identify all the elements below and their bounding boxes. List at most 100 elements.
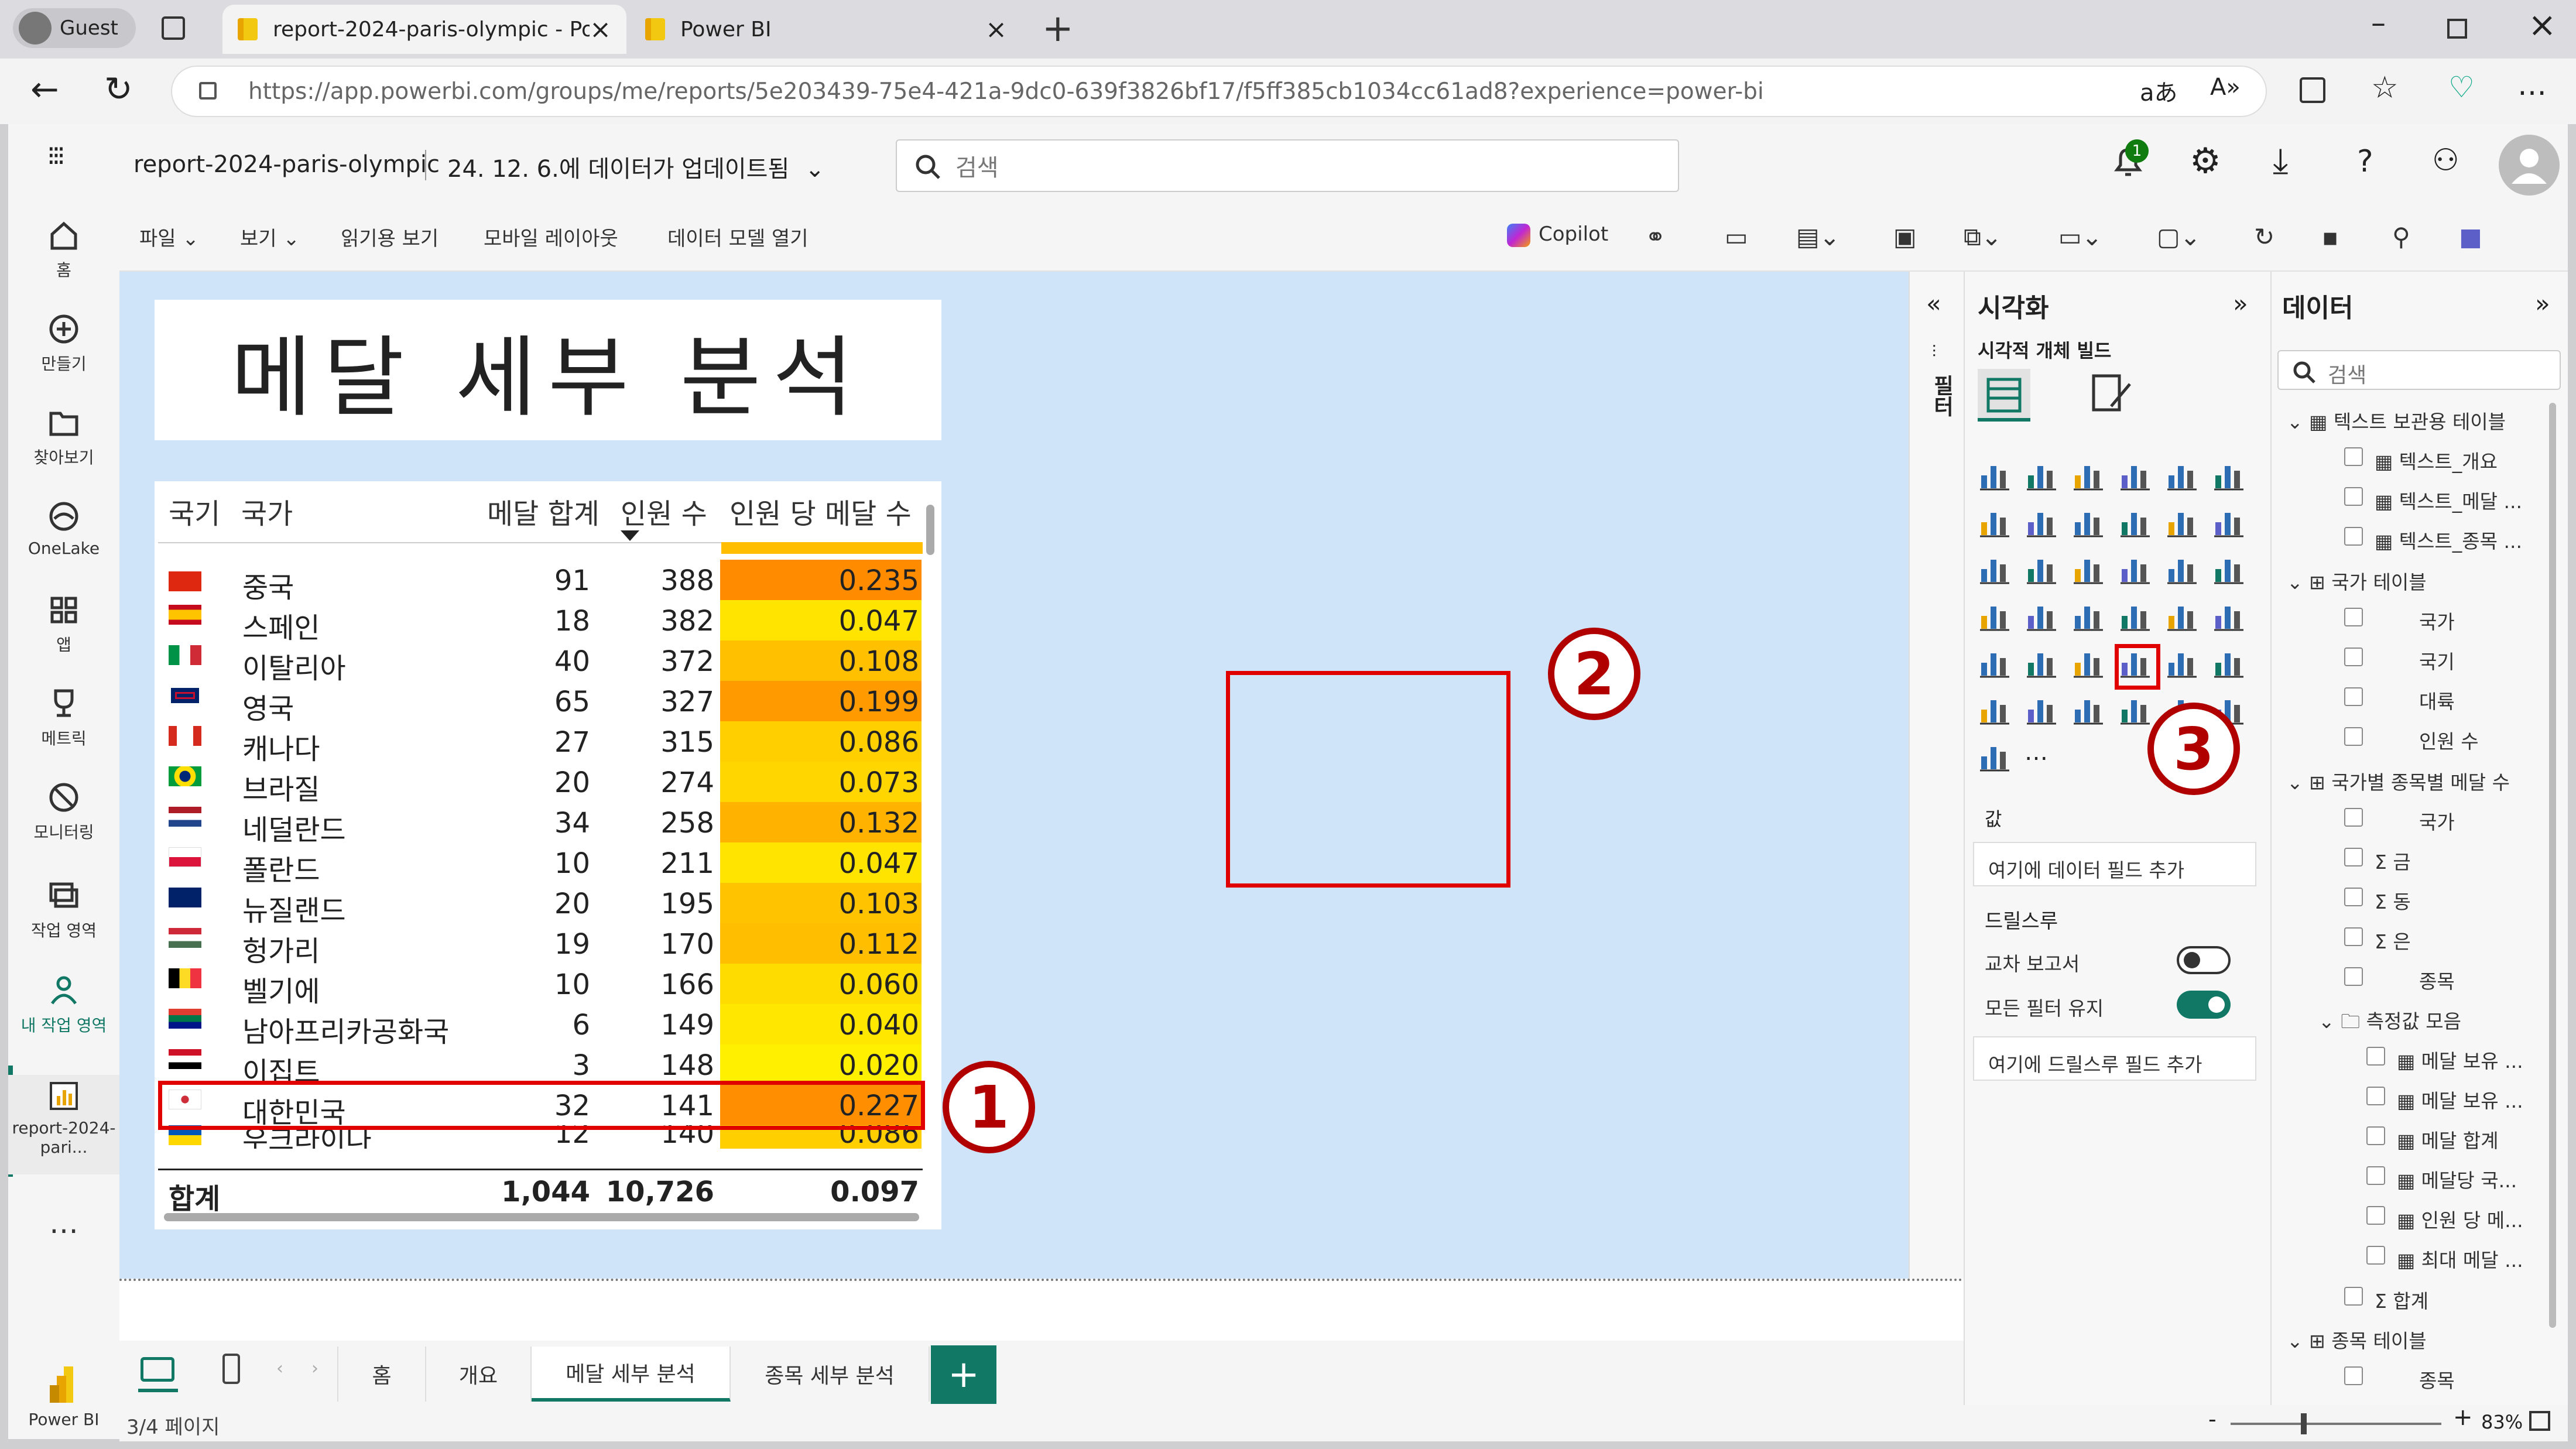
zoom-slider-thumb[interactable] — [2301, 1413, 2307, 1434]
nav-metrics[interactable]: 메트릭 — [8, 686, 119, 749]
zoom-slider[interactable] — [2231, 1413, 2441, 1434]
menu-view[interactable]: 보기 ⌄ — [240, 222, 300, 251]
clustered-bar-icon[interactable] — [2071, 458, 2105, 492]
column-icon[interactable] — [2025, 551, 2058, 585]
nav-more-icon[interactable]: … — [8, 1206, 119, 1240]
close-window-button[interactable]: × — [2528, 5, 2557, 44]
save-icon[interactable]: ▪ — [2322, 222, 2338, 251]
comment-icon[interactable]: ▭ — [1725, 222, 1748, 251]
download-icon[interactable]: ⤓ — [2273, 141, 2289, 181]
table-node[interactable]: ⌄ ▦ 텍스트 보관용 테이블 — [2287, 406, 2506, 434]
menu-file[interactable]: 파일 ⌄ — [139, 222, 199, 251]
line-column-icon[interactable] — [2165, 505, 2199, 539]
field-item[interactable]: Σ 동 — [2344, 886, 2411, 914]
page-tab-home[interactable]: 홈 — [337, 1347, 426, 1402]
folder-node[interactable]: ⌄ 🗀 측정값 모음 — [2318, 1006, 2461, 1040]
slicer-icon[interactable] — [2071, 645, 2105, 679]
nav-workspaces[interactable]: 작업 영역 — [8, 878, 119, 941]
stacked-area-icon[interactable] — [2071, 505, 2105, 539]
browser-tab-report[interactable]: report-2024-paris-olympic - Powe × — [222, 5, 626, 54]
filters-label[interactable]: 필터 — [1926, 375, 1957, 417]
collapse-left-icon[interactable]: « — [1926, 289, 1941, 318]
pie-icon[interactable] — [2165, 551, 2199, 585]
read-aloud-icon[interactable]: aあ — [2140, 74, 2178, 108]
table-scrollbar[interactable] — [926, 505, 934, 555]
field-item[interactable]: ▦ 텍스트_종목 ... — [2344, 526, 2522, 554]
share-icon[interactable]: ⧉⌄ — [1964, 222, 2002, 252]
trophy-icon[interactable] — [2118, 692, 2152, 726]
teams-icon[interactable]: ■ — [2459, 222, 2482, 251]
cross-report-toggle[interactable] — [2177, 946, 2231, 974]
browser-menu-icon[interactable]: … — [2517, 68, 2547, 102]
new-tab-button[interactable]: + — [1042, 7, 1074, 50]
powerbi-brand[interactable]: Power BI — [8, 1364, 119, 1429]
stacked-column-icon[interactable] — [2025, 458, 2058, 492]
filters-strip[interactable] — [1909, 272, 1964, 1279]
table-row[interactable]: 중국 91 388 0.235 — [158, 560, 923, 604]
azure-map-icon[interactable] — [2118, 598, 2152, 632]
field-item[interactable]: 종목 — [2344, 966, 2455, 994]
prev-page-icon[interactable]: ‹ — [276, 1358, 283, 1379]
table-row[interactable]: 벨기에 10 166 0.060 — [158, 964, 923, 1008]
add-page-button[interactable]: + — [931, 1345, 996, 1404]
nav-onelake[interactable]: OneLake — [8, 499, 119, 558]
field-item[interactable]: ▦ 메달 보유 ... — [2366, 1046, 2523, 1074]
nav-monitor[interactable]: 모니터링 — [8, 780, 119, 843]
area-chart-icon[interactable] — [2025, 505, 2058, 539]
field-item[interactable]: 대륙 — [2344, 686, 2455, 714]
global-search-input[interactable]: 검색 — [896, 139, 1679, 192]
subscribe-icon[interactable]: ▤⌄ — [1796, 222, 1840, 251]
page-tab-sport-detail[interactable]: 종목 세부 분석 — [731, 1347, 930, 1402]
decomposition-tree-icon[interactable] — [1978, 692, 2012, 726]
field-item[interactable]: Σ 은 — [2344, 926, 2411, 954]
drillthrough-drop-zone[interactable]: 여기에 드릴스루 필드 추가 — [1973, 1036, 2256, 1081]
field-item[interactable]: Σ 합계 — [2344, 1286, 2428, 1314]
field-item[interactable]: ▦ 메달당 국... — [2366, 1165, 2517, 1193]
card-icon[interactable] — [2212, 598, 2246, 632]
data-pane-scrollbar[interactable] — [2549, 403, 2556, 1328]
field-item[interactable]: 국가 — [2344, 607, 2455, 635]
fit-to-page-icon[interactable] — [2529, 1411, 2550, 1431]
data-search-input[interactable]: 검색 — [2277, 350, 2561, 390]
field-item[interactable]: ▦ 메달 합계 — [2366, 1125, 2499, 1153]
present-icon[interactable]: ▭⌄ — [2058, 222, 2102, 251]
gauge-icon[interactable] — [2165, 598, 2199, 632]
open-data-model-button[interactable]: 데이터 모델 열기 — [667, 222, 809, 251]
ribbon-chart-icon[interactable] — [2118, 505, 2152, 539]
url-bar[interactable]: https://app.powerbi.com/groups/me/report… — [171, 66, 2267, 117]
refresh-button[interactable]: ↻ — [104, 69, 133, 109]
mobile-layout-button[interactable]: 모바일 레이아웃 — [484, 222, 618, 251]
field-item[interactable]: 종목 — [2344, 1365, 2455, 1390]
globe-map-icon[interactable] — [2025, 598, 2058, 632]
multirow-card-icon[interactable] — [1978, 645, 2012, 679]
next-page-icon[interactable]: › — [311, 1358, 318, 1379]
horizontal-scrollbar[interactable] — [164, 1213, 919, 1221]
refresh-report-icon[interactable]: ↻ — [2254, 222, 2274, 251]
tab-close-icon[interactable]: × — [985, 15, 1007, 44]
table-row[interactable]: 영국 65 327 0.199 — [158, 681, 923, 725]
field-item[interactable]: ▦ 최대 메달 ... — [2366, 1245, 2523, 1273]
100-column-icon[interactable] — [2212, 458, 2246, 492]
field-item[interactable]: 국가 — [2344, 807, 2455, 835]
nav-browse[interactable]: 찾아보기 — [8, 405, 119, 468]
qa-icon[interactable] — [2025, 692, 2058, 726]
user-avatar[interactable] — [2499, 135, 2560, 196]
profile-button[interactable]: Guest — [13, 8, 136, 48]
table-row[interactable]: 캐나다 27 315 0.086 — [158, 721, 923, 766]
desktop-layout-icon[interactable] — [141, 1357, 174, 1382]
back-button[interactable]: ← — [30, 69, 59, 109]
binoculars-icon[interactable]: ⚭ — [1645, 222, 1666, 251]
field-item[interactable]: 국기 — [2344, 646, 2455, 674]
mobile-layout-icon[interactable] — [222, 1354, 240, 1384]
filled-map-icon[interactable] — [2071, 598, 2105, 632]
nav-my-workspace[interactable]: 내 작업 영역 — [8, 973, 119, 1036]
power-automate-icon[interactable] — [1978, 739, 2012, 773]
key-influencers-icon[interactable] — [2212, 645, 2246, 679]
field-item[interactable]: ▦ 텍스트_메달 ... — [2344, 486, 2522, 514]
line-chart-icon[interactable] — [1978, 505, 2012, 539]
copilot-button[interactable]: Copilot — [1507, 222, 1608, 247]
column-header-country[interactable]: 국가 — [241, 491, 293, 532]
nav-apps[interactable]: 앱 — [8, 592, 119, 656]
field-item[interactable]: 인원 수 — [2344, 726, 2479, 754]
field-item[interactable]: ▦ 인원 당 메... — [2366, 1205, 2523, 1233]
